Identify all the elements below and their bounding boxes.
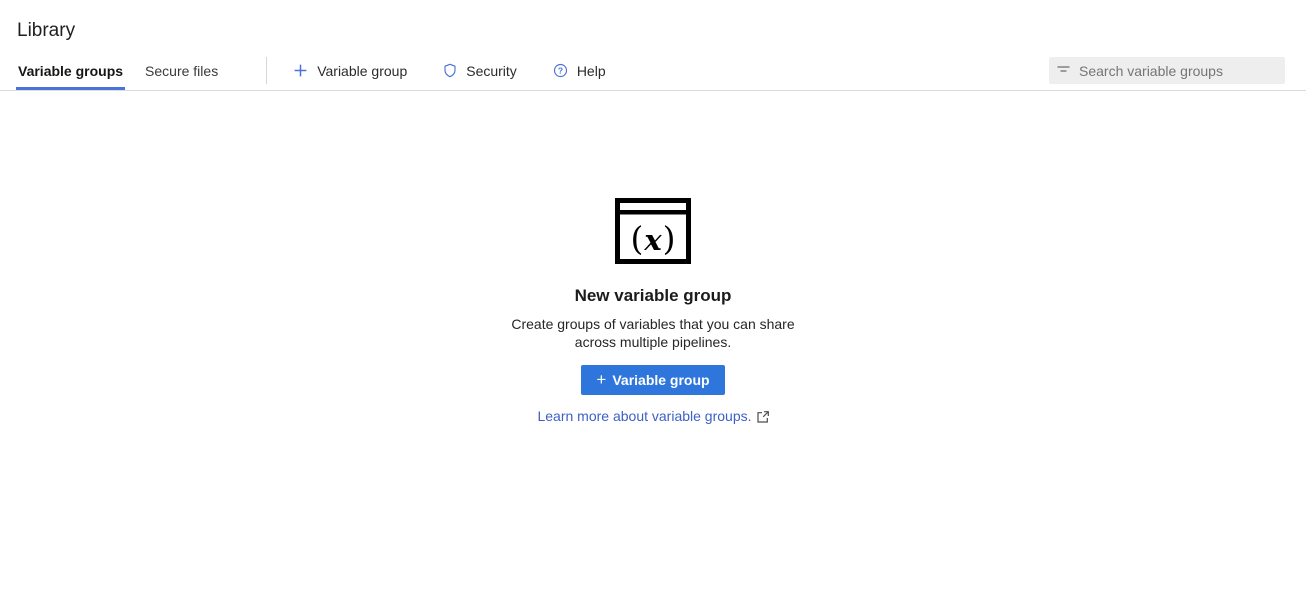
plus-icon <box>293 63 308 78</box>
tab-label: Secure files <box>145 63 218 79</box>
help-circle-icon: ? <box>553 63 568 78</box>
page-title: Library <box>17 20 1290 42</box>
plus-icon: + <box>596 371 606 388</box>
empty-state-title: New variable group <box>575 286 732 306</box>
variable-group-cta-button[interactable]: + Variable group <box>581 365 724 395</box>
toolbar-item-label: Variable group <box>317 63 407 79</box>
library-page: Library Variable groups Secure files Var… <box>0 0 1306 601</box>
page-header: Library <box>0 0 1306 42</box>
add-variable-group-button[interactable]: Variable group <box>293 63 407 79</box>
security-button[interactable]: Security <box>443 63 517 79</box>
external-link-icon <box>757 410 769 422</box>
tab-label: Variable groups <box>18 63 123 79</box>
cta-button-label: Variable group <box>612 372 709 388</box>
tab-variable-groups[interactable]: Variable groups <box>16 51 125 90</box>
svg-text:(x): (x) <box>630 219 675 258</box>
shield-icon <box>443 63 457 78</box>
main-content: (x) New variable group Create groups of … <box>0 91 1306 424</box>
help-button[interactable]: ? Help <box>553 63 606 79</box>
empty-state-description: Create groups of variables that you can … <box>497 316 809 351</box>
search-box[interactable] <box>1049 57 1285 84</box>
tab-list: Variable groups Secure files <box>16 51 238 90</box>
search-input[interactable] <box>1079 63 1277 79</box>
empty-state: (x) New variable group Create groups of … <box>497 198 809 424</box>
tab-secure-files[interactable]: Secure files <box>143 51 220 90</box>
toolbar-item-label: Security <box>466 63 517 79</box>
learn-more-link[interactable]: Learn more about variable groups. <box>537 408 768 424</box>
toolbar: Variable group Security ? Help <box>293 51 605 90</box>
toolbar-item-label: Help <box>577 63 606 79</box>
filter-icon <box>1057 62 1070 80</box>
tab-command-bar: Variable groups Secure files Variable gr… <box>0 51 1306 91</box>
variable-group-window-icon: (x) <box>615 198 691 269</box>
toolbar-divider <box>266 57 267 84</box>
svg-text:?: ? <box>558 66 563 76</box>
learn-more-label: Learn more about variable groups. <box>537 408 751 424</box>
